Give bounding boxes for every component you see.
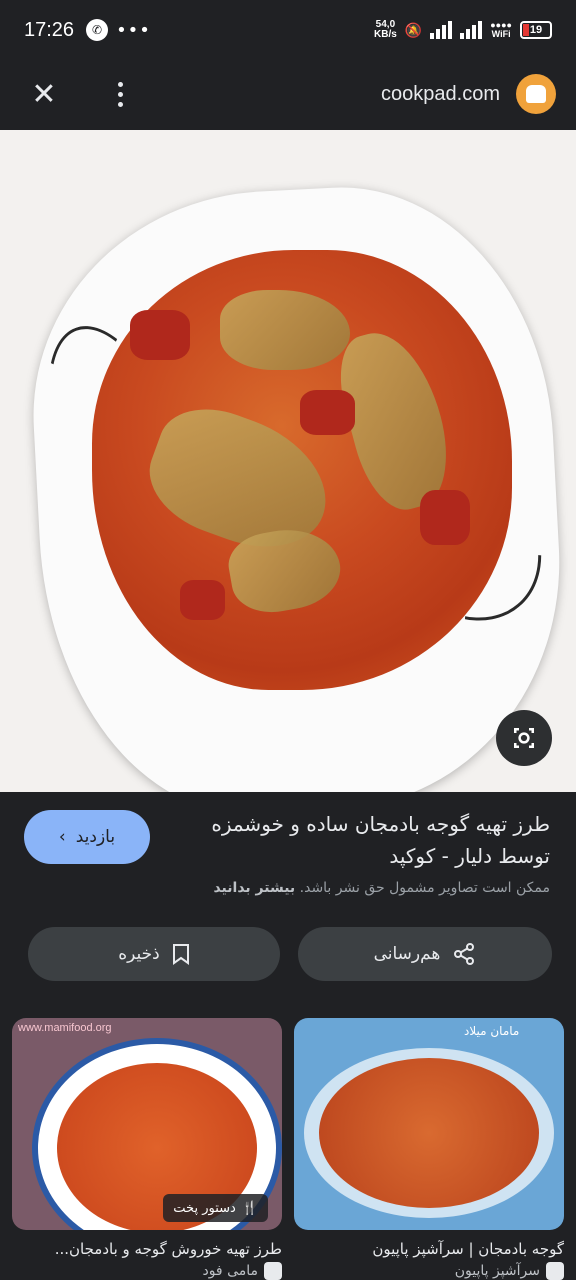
visit-label: بازدید (75, 827, 116, 847)
related-source: مامی فود (12, 1262, 282, 1280)
watermark-text: www.mamifood.org (18, 1022, 112, 1034)
source-domain[interactable]: cookpad.com (381, 83, 500, 106)
stew-image (319, 1058, 539, 1208)
chevron-left-icon: ‹ (58, 827, 66, 847)
wifi-icon: ●●●● WiFi (490, 20, 512, 39)
related-caption[interactable]: گوجه بادمجان | سرآشپز پاپیون (294, 1240, 564, 1258)
related-card[interactable]: مامان میلاد گوجه بادمجان | سرآشپز پاپیون… (294, 1018, 564, 1280)
save-button[interactable]: ذخیره (28, 927, 280, 981)
signal-icon (430, 21, 453, 39)
related-thumbnail[interactable]: مامان میلاد (294, 1018, 564, 1230)
learn-more-link[interactable]: بیشتر بدانید (213, 880, 295, 896)
viewer-toolbar: ✕ cookpad.com (0, 60, 576, 128)
lens-icon[interactable] (496, 710, 552, 766)
tomato-piece (420, 490, 470, 545)
related-thumbnail[interactable]: www.mamifood.org 🍴 دستور پخت (12, 1018, 282, 1230)
source-favicon-icon (546, 1262, 564, 1280)
related-source: سرآشپز پاپیون (294, 1262, 564, 1280)
share-label: هم‌رسانی (373, 944, 441, 964)
share-icon (454, 943, 475, 965)
signal-2-icon (460, 21, 483, 39)
source-favicon-icon (264, 1262, 282, 1280)
result-title-block: طرز تهیه گوجه بادمجان ساده و خوشمزه توسط… (190, 808, 550, 872)
battery-icon: 19 (520, 21, 552, 39)
mute-icon: 🔕 (404, 21, 423, 38)
result-title[interactable]: طرز تهیه گوجه بادمجان ساده و خوشمزه توسط… (190, 808, 550, 872)
tomato-piece (180, 580, 225, 620)
copyright-notice: ممکن است تصاویر مشمول حق نشر باشد. بیشتر… (213, 880, 550, 896)
save-label: ذخیره (118, 944, 160, 964)
related-images: www.mamifood.org 🍴 دستور پخت طرز تهیه خور… (12, 1018, 564, 1280)
tomato-piece (300, 390, 355, 435)
related-card[interactable]: www.mamifood.org 🍴 دستور پخت طرز تهیه خور… (12, 1018, 282, 1280)
main-image[interactable] (0, 130, 576, 792)
close-icon[interactable]: ✕ (20, 70, 68, 118)
recipe-icon: 🍴 (241, 1200, 258, 1216)
call-icon: ✆ (86, 19, 109, 41)
related-caption[interactable]: طرز تهیه خوروش گوجه و بادمجان... (12, 1240, 282, 1258)
network-speed: 54,0 KB/s (374, 19, 397, 40)
visit-button[interactable]: ‹ بازدید (24, 810, 150, 864)
recipe-badge: 🍴 دستور پخت (163, 1194, 268, 1222)
share-button[interactable]: هم‌رسانی (298, 927, 552, 981)
tomato-piece (130, 310, 190, 360)
more-vert-icon[interactable] (96, 70, 144, 118)
cookpad-logo-icon[interactable] (516, 74, 556, 114)
notification-dots-icon: ••• (116, 19, 151, 41)
watermark-text: مامان میلاد (464, 1024, 520, 1038)
status-bar: 17:26 ✆ ••• 54,0 KB/s 🔕 ●●●● WiFi 19 (0, 0, 576, 60)
status-time: 17:26 (24, 18, 75, 41)
bookmark-icon (172, 944, 189, 965)
